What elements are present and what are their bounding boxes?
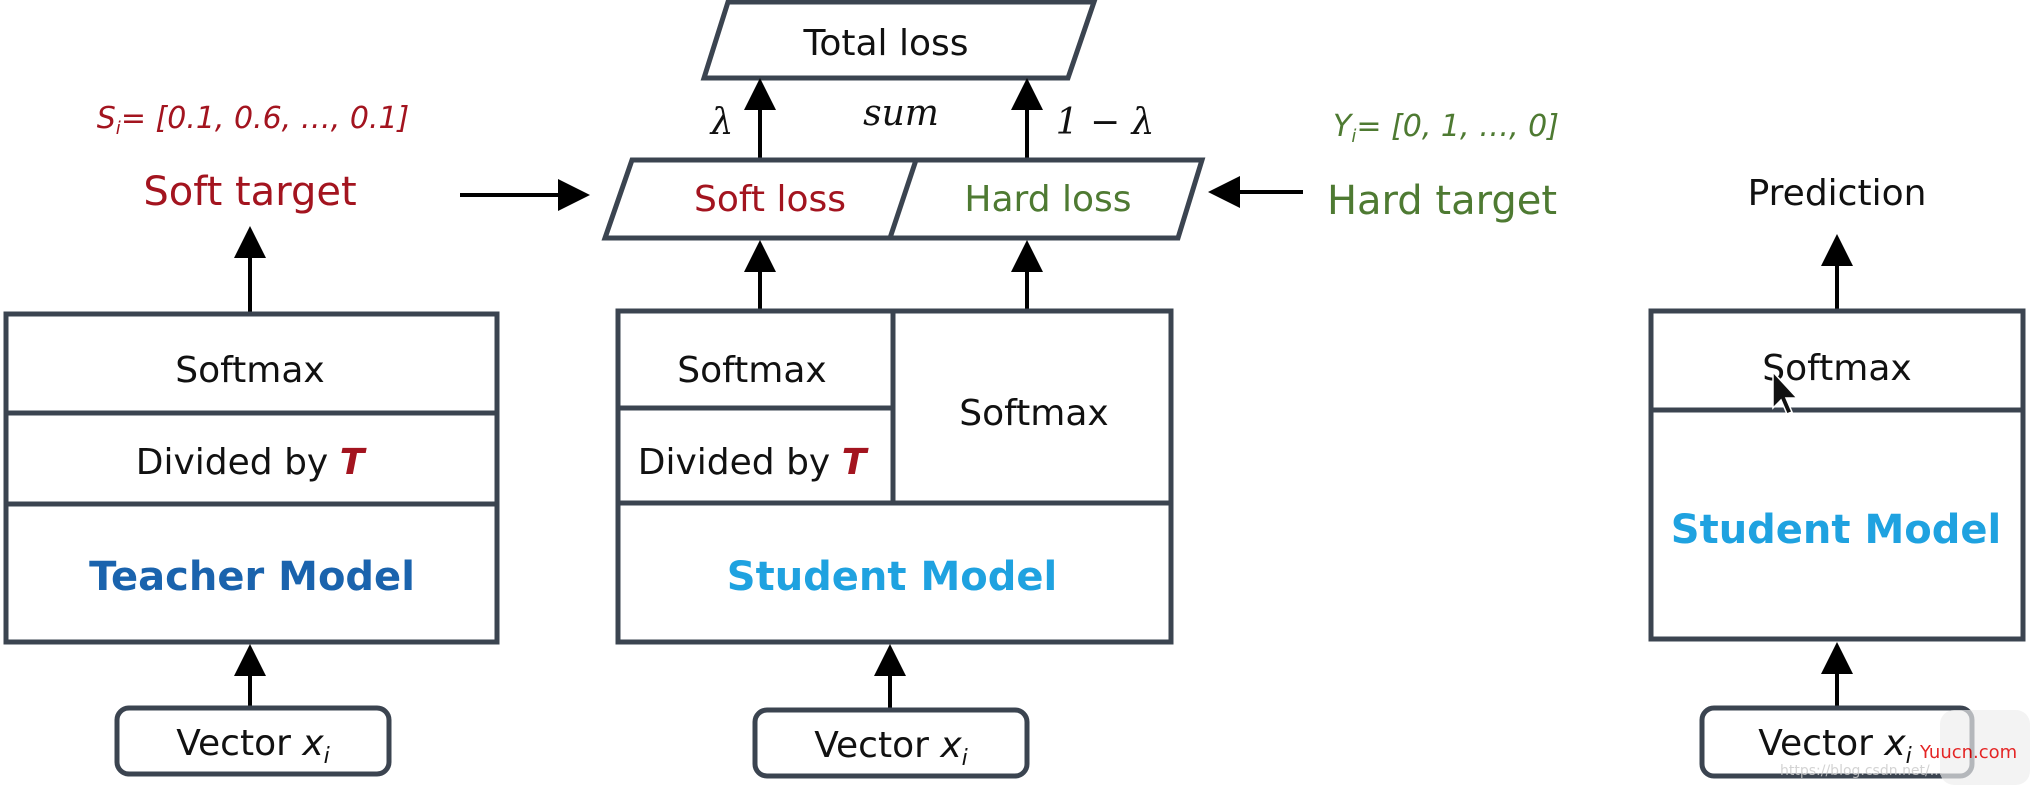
watermark-brand: Yuucn.com — [1919, 742, 2017, 763]
student-input-label: Vector xi — [814, 725, 968, 771]
soft-target-label: Soft target — [143, 169, 356, 215]
student-softmax-hard-label: Softmax — [959, 393, 1108, 434]
hard-target-formula: Yi= [0, 1, …, 0] — [1333, 109, 1559, 147]
student-model-label: Student Model — [727, 554, 1057, 600]
soft-loss-label: Soft loss — [694, 179, 846, 220]
watermark-url: https://blog.csdn.net/... — [1780, 763, 1943, 779]
student-divided-label: Divided by T — [638, 442, 869, 483]
teacher-divided-label: Divided by T — [136, 442, 367, 483]
inference-model-label: Student Model — [1671, 507, 2001, 553]
teacher-softmax-label: Softmax — [175, 350, 324, 391]
teacher-model-label: Teacher Model — [89, 554, 415, 600]
soft-target-formula: Si= [0.1, 0.6, …, 0.1] — [97, 101, 410, 139]
distillation-diagram: Total loss λ sum 1 − λ Soft loss Hard lo… — [3, 0, 2030, 785]
hard-loss-label: Hard loss — [964, 179, 1131, 220]
total-loss-label: Total loss — [802, 23, 968, 64]
inference-softmax-label: Softmax — [1762, 348, 1911, 389]
hard-target-label: Hard target — [1327, 178, 1557, 224]
lambda-label: λ — [709, 102, 734, 143]
student-softmax-soft-label: Softmax — [677, 350, 826, 391]
teacher-input-label: Vector xi — [176, 723, 330, 769]
prediction-label: Prediction — [1748, 173, 1927, 214]
one-minus-lambda-label: 1 − λ — [1056, 102, 1155, 143]
sum-label: sum — [863, 93, 939, 134]
